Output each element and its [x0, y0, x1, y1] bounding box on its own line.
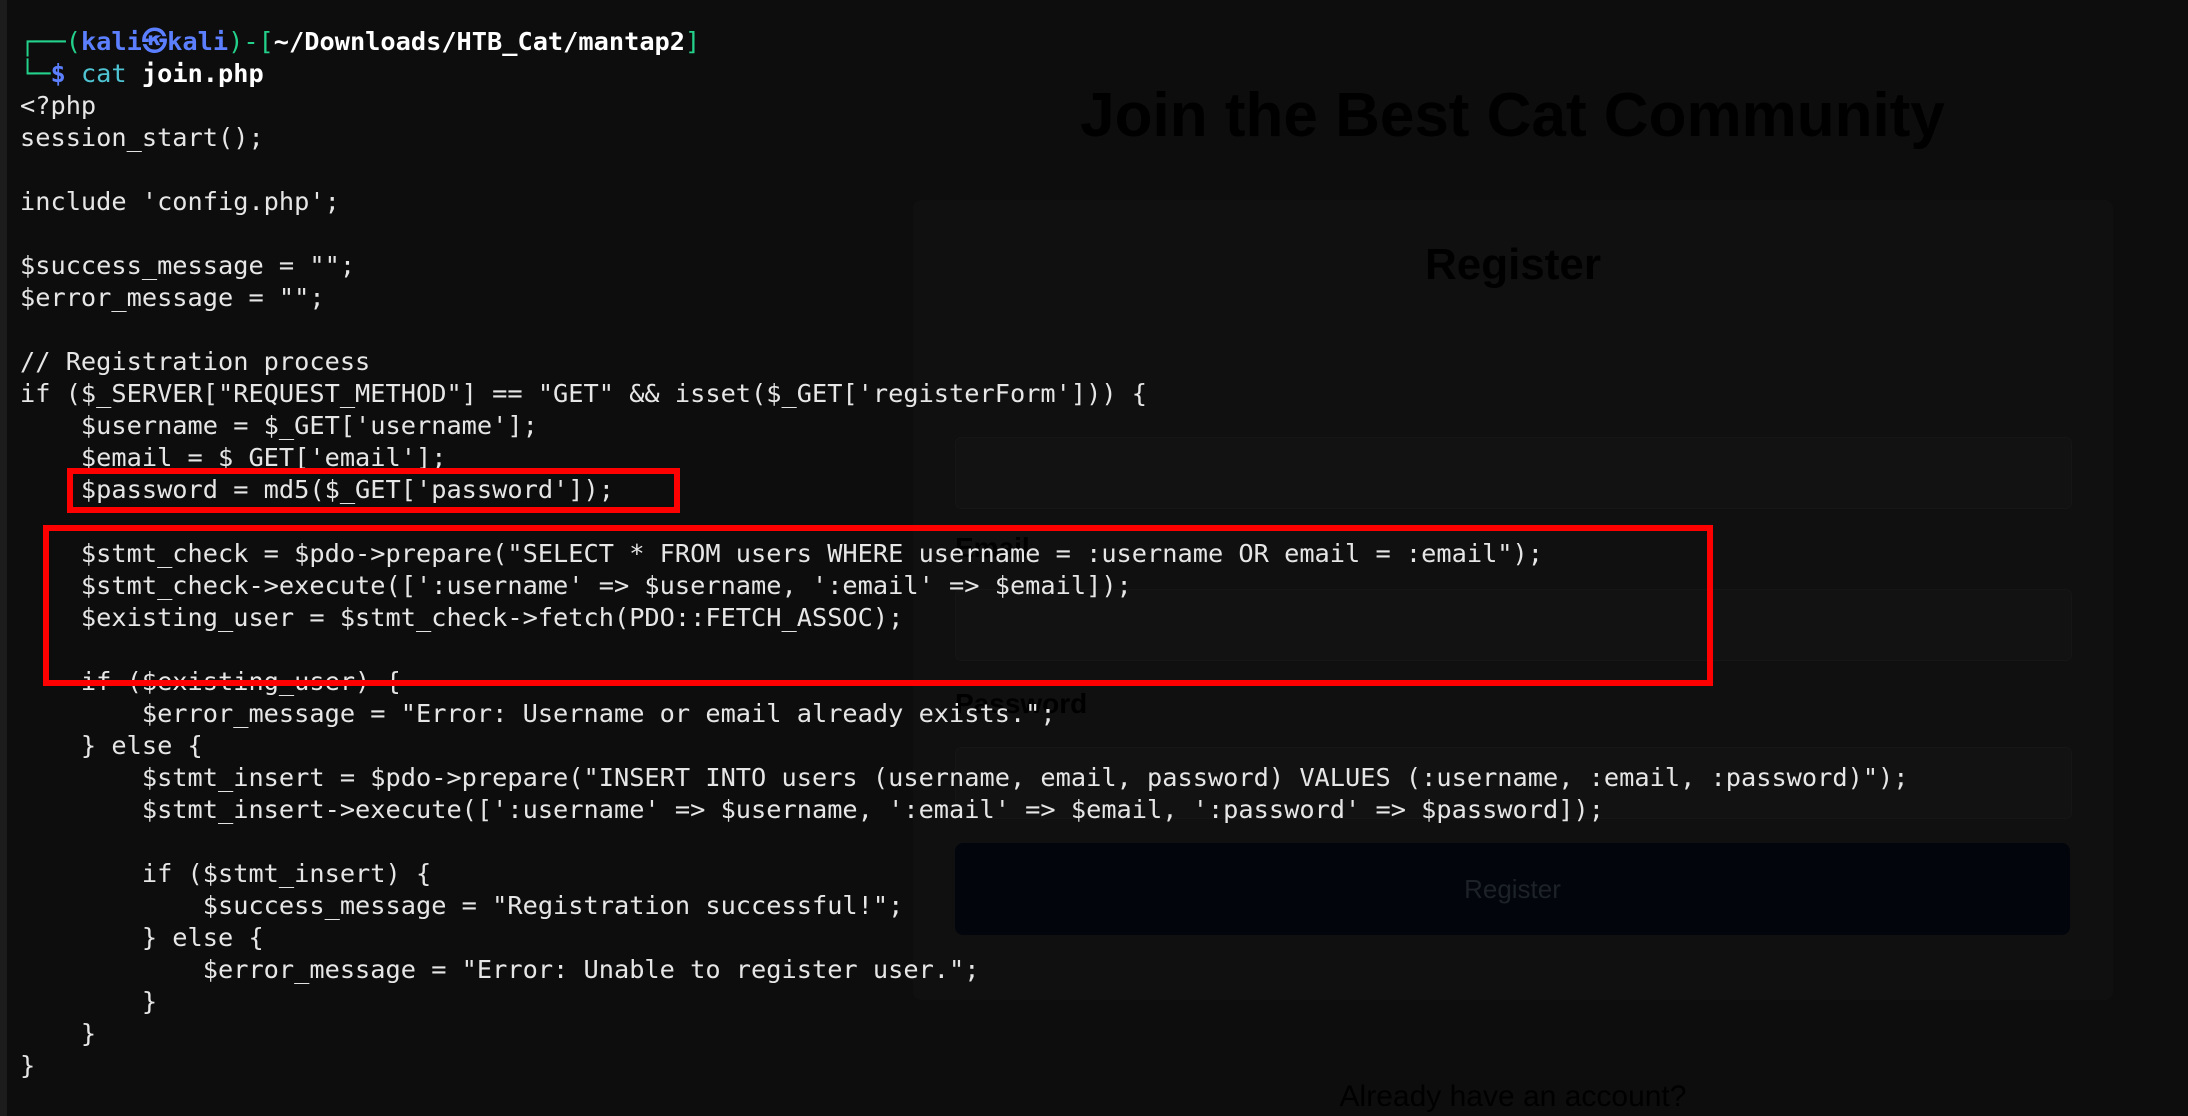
command-line: └─$ cat join.php	[20, 58, 1909, 90]
code-line: }	[20, 987, 158, 1016]
code-line: } else {	[20, 731, 203, 760]
code-line: $error_message = "Error: Username or ema…	[20, 699, 1056, 728]
prompt-paren-close: )	[228, 27, 244, 56]
code-line: $stmt_insert->execute([':username' => $u…	[20, 795, 1604, 824]
prompt-dollar: $	[50, 59, 66, 88]
code-line: session_start();	[20, 123, 264, 152]
command-argument: join.php	[141, 59, 264, 88]
prompt-line: ┌──(kali㉿kali)-[~/Downloads/HTB_Cat/mant…	[20, 26, 1909, 58]
password-highlight-box	[67, 468, 680, 513]
prompt-bracket-open: -[	[243, 27, 274, 56]
code-line: $success_message = "Registration success…	[20, 891, 904, 920]
prompt-at-icon: ㉿	[141, 27, 168, 56]
code-line: if ($stmt_insert) {	[20, 859, 432, 888]
prompt-corner-top: ┌──	[20, 27, 66, 56]
code-line: } else {	[20, 923, 264, 952]
code-line: $error_message = "Error: Unable to regis…	[20, 955, 980, 984]
prompt-corner-bottom: └─	[20, 59, 51, 88]
command-name: cat	[80, 59, 127, 88]
code-line: if ($_SERVER["REQUEST_METHOD"] == "GET" …	[20, 379, 1148, 408]
prompt-user: kali	[80, 27, 142, 56]
prompt-host: kali	[167, 27, 229, 56]
code-line: include 'config.php';	[20, 187, 340, 216]
code-line: }	[20, 1019, 97, 1048]
prompt-paren-open: (	[65, 27, 81, 56]
code-line: $error_message = "";	[20, 283, 325, 312]
code-line: $success_message = "";	[20, 251, 356, 280]
screen: Join the Best Cat Community Register Ema…	[0, 0, 2188, 1116]
code-line: }	[20, 1051, 36, 1080]
code-line: $username = $_GET['username'];	[20, 411, 538, 440]
prompt-path: ~/Downloads/HTB_Cat/mantap2	[273, 27, 686, 56]
code-line: $stmt_insert = $pdo->prepare("INSERT INT…	[20, 763, 1909, 792]
code-line: // Registration process	[20, 347, 371, 376]
code-line: <?php	[20, 91, 97, 120]
login-link-text[interactable]: Already have an account?	[913, 1080, 2113, 1114]
query-highlight-box	[43, 525, 1713, 686]
prompt-bracket-close: ]	[685, 27, 701, 56]
